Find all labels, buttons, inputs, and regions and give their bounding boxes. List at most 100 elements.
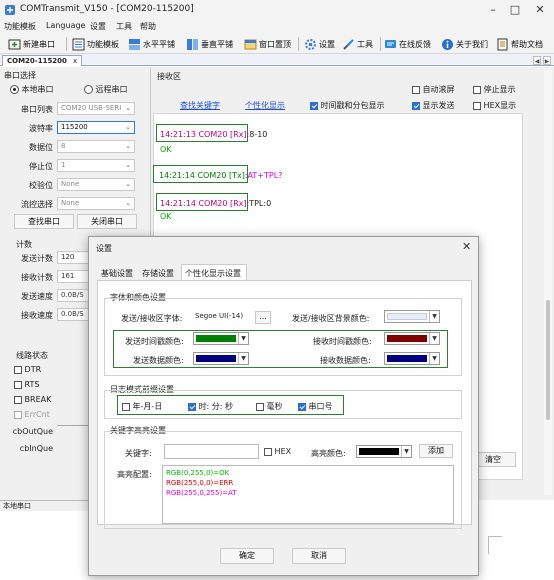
gear-icon: [304, 38, 317, 51]
menu-tools[interactable]: 工具: [116, 21, 132, 32]
auto-scroll-checkbox-box: [412, 85, 420, 94]
errcnt-label: ErrCnt: [24, 410, 50, 419]
highlight-entry: RGB(0,255,0)=OK: [166, 469, 230, 477]
dtr-checkbox[interactable]: DTR: [14, 365, 41, 374]
wrench-icon: [342, 38, 355, 51]
font-value: Segoe UI(-14): [195, 312, 244, 320]
font-choose-button[interactable]: ...: [255, 311, 271, 324]
data-bits-select[interactable]: 8 ⌄: [57, 140, 135, 153]
remote-port-radio[interactable]: 远程串口: [84, 84, 128, 95]
document-icon: [496, 38, 509, 51]
tab-close-icon[interactable]: x: [73, 57, 77, 65]
log-data: 8-10: [249, 130, 268, 139]
highlight-color-picker[interactable]: ▼: [356, 445, 412, 458]
template-icon: [72, 38, 85, 51]
stop-bits-select[interactable]: 1 ⌄: [57, 159, 135, 172]
hex-display-checkbox-box: [473, 101, 481, 110]
break-checkbox[interactable]: BREAK: [14, 395, 51, 404]
chevron-down-icon: ⌄: [125, 199, 131, 207]
recv-data-color-picker[interactable]: ▼: [384, 352, 440, 365]
break-label: BREAK: [24, 395, 52, 404]
close-window-button[interactable]: ✕: [527, 0, 553, 20]
prefix-time-checkbox[interactable]: 时: 分: 秒: [188, 401, 233, 412]
port-list-select[interactable]: COM20 USB-SERI ⌄: [57, 102, 135, 115]
ok-button[interactable]: 确定: [220, 548, 274, 564]
dialog-title: 设置: [96, 244, 112, 253]
menu-function-template[interactable]: 功能模板: [4, 21, 36, 32]
help-doc-button[interactable]: 帮助文档: [496, 36, 543, 52]
keyword-input[interactable]: [164, 444, 259, 459]
find-port-button[interactable]: 查找串口: [14, 214, 74, 229]
parity-select[interactable]: None ⌄: [57, 178, 135, 191]
tile-vertical-button[interactable]: 垂直平铺: [186, 36, 233, 52]
prefix-port-checkbox[interactable]: 串口号: [298, 401, 333, 412]
menu-language[interactable]: Language: [46, 21, 85, 30]
settings-button[interactable]: 设置: [304, 36, 335, 52]
tools-button[interactable]: 工具: [342, 36, 373, 52]
add-keyword-button[interactable]: 添加: [419, 444, 453, 458]
send-ts-color-swatch: [196, 335, 236, 342]
about-us-button[interactable]: 关于我们: [441, 36, 488, 52]
function-template-button[interactable]: 功能模板: [72, 36, 119, 52]
background-color-picker[interactable]: ▼: [384, 310, 440, 323]
port-list-value: COM20 USB-SERI: [61, 104, 122, 112]
send-ts-color-picker[interactable]: ▼: [193, 332, 249, 345]
tab-storage-settings[interactable]: 存储设置: [142, 268, 174, 279]
auto-scroll-label: 自动滚屏: [422, 85, 455, 94]
send-count-value: 120: [57, 251, 91, 264]
show-send-checkbox[interactable]: 显示发送: [412, 100, 455, 111]
send-speed-value: 0.0B/S: [57, 289, 91, 302]
toolbar-divider: [66, 37, 67, 51]
keyword-hex-checkbox[interactable]: HEX: [264, 447, 291, 456]
queue-divider: [57, 425, 91, 426]
timestamp-packet-checkbox[interactable]: 时间戳和分包显示: [310, 100, 385, 111]
send-speed-label: 发送速度: [21, 292, 53, 301]
rts-label: RTS: [24, 380, 40, 389]
function-template-label: 功能模板: [87, 39, 119, 49]
menu-settings[interactable]: 设置: [90, 21, 106, 32]
chevron-down-icon: ▼: [401, 446, 411, 457]
find-keyword-link[interactable]: 查找关键字: [180, 100, 220, 111]
tab-basic-settings[interactable]: 基础设置: [101, 268, 133, 279]
scrollbar-thumb[interactable]: [546, 300, 550, 420]
prefix-date-checkbox[interactable]: 年-月-日: [122, 401, 162, 412]
window-on-top-button[interactable]: 窗口置顶: [244, 36, 291, 52]
errcnt-checkbox: ErrCnt: [14, 410, 50, 419]
tab-scroll-left-icon[interactable]: ◀: [533, 56, 541, 65]
auto-scroll-checkbox[interactable]: 自动滚屏: [412, 84, 455, 95]
window-title: COMTransmit_V150 - [COM20-115200]: [20, 4, 194, 14]
port-select-title: 串口选择: [4, 71, 36, 80]
rts-checkbox[interactable]: RTS: [14, 380, 40, 389]
dialog-close-icon[interactable]: ✕: [462, 240, 471, 253]
maximize-button[interactable]: □: [502, 0, 528, 20]
local-port-radio-dot: [10, 85, 19, 94]
break-checkbox-box: [14, 395, 22, 404]
close-port-button[interactable]: 关闭串口: [77, 214, 137, 229]
new-port-icon: [8, 38, 21, 51]
menu-help[interactable]: 帮助: [140, 21, 156, 32]
stop-display-checkbox[interactable]: 停止显示: [473, 84, 516, 95]
send-data-color-picker[interactable]: ▼: [193, 352, 249, 365]
tab-personal-display[interactable]: 个性化显示设置: [185, 268, 241, 279]
data-bits-value: 8: [61, 142, 66, 150]
hex-display-checkbox[interactable]: HEX显示: [473, 100, 516, 111]
toolbar: 新建串口 功能模板 水平平铺 垂直平铺 窗口置顶 设置 工具 在线反馈 关于我们…: [0, 34, 554, 54]
online-feedback-button[interactable]: 在线反馈: [384, 36, 431, 52]
recv-speed-label: 接收速度: [21, 311, 53, 320]
background-color-swatch: [387, 313, 427, 320]
document-tab[interactable]: COM20-115200 x: [2, 55, 83, 66]
local-port-radio[interactable]: 本地串口: [10, 84, 54, 95]
baud-rate-label: 波特率: [29, 124, 53, 133]
recv-ts-color-picker[interactable]: ▼: [384, 332, 440, 345]
log-line: 14:21:14 COM20 [Rx]:TPL:0: [160, 199, 271, 208]
cancel-button[interactable]: 取消: [292, 548, 346, 564]
new-port-button[interactable]: 新建串口: [8, 36, 55, 52]
tile-horizontal-button[interactable]: 水平平铺: [128, 36, 175, 52]
tab-scroll-right-icon[interactable]: ▶: [543, 56, 551, 65]
baud-rate-select[interactable]: 115200 ⌄: [57, 121, 135, 134]
prefix-date-label: 年-月-日: [132, 402, 163, 411]
flow-control-select[interactable]: None ⌄: [57, 197, 135, 210]
personal-display-link[interactable]: 个性化显示: [245, 100, 285, 111]
receive-scrollbar[interactable]: [544, 70, 552, 495]
prefix-ms-checkbox[interactable]: 毫秒: [256, 401, 283, 412]
